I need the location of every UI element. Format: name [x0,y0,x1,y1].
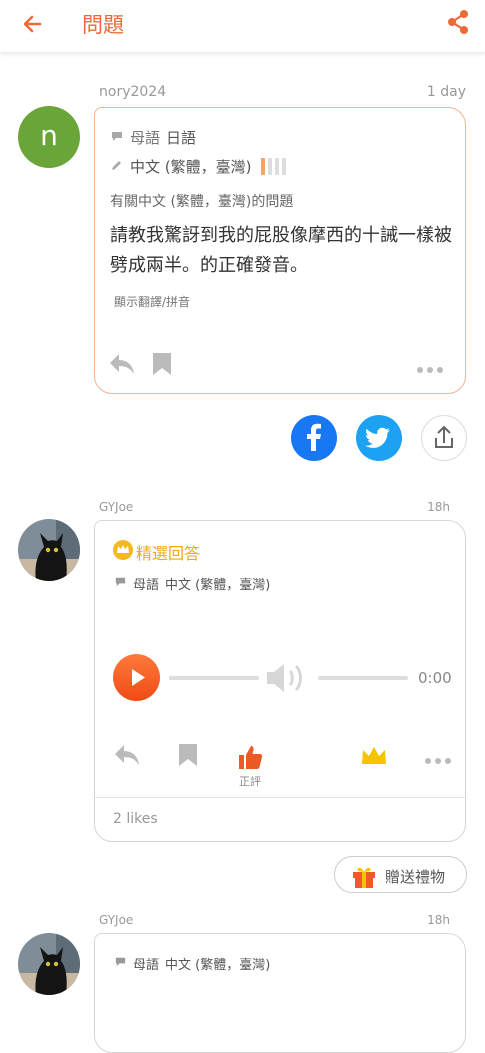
native-lang: 中文 (繁體，臺灣) [165,578,271,593]
audio-time: 0:00 [418,669,452,687]
more-options-icon[interactable] [424,751,452,770]
avatar[interactable] [18,519,80,581]
avatar[interactable] [18,933,80,995]
reply-icon[interactable] [108,351,136,381]
good-answer-label: 正評 [239,775,261,788]
likes-count[interactable]: 2 likes [113,811,158,827]
question-about: 有關中文 (繁體，臺灣)的問題 [110,194,294,210]
answer-card [94,933,466,1053]
thumbs-up-icon[interactable] [236,743,264,775]
twitter-share-button[interactable] [356,415,402,461]
audio-progress-track-right [318,676,408,680]
more-options-icon[interactable] [416,360,444,379]
pencil-icon [110,158,124,176]
gift-icon [351,863,377,893]
speaker-volume-icon[interactable] [264,659,314,701]
back-arrow-icon[interactable] [18,8,50,40]
twitter-icon [365,427,390,448]
answer-username[interactable]: GYJoe [99,913,133,927]
play-icon [132,669,145,686]
crown-badge-icon [113,540,133,564]
bookmark-icon[interactable] [178,743,198,771]
crown-icon[interactable] [360,744,388,770]
speech-bubble-icon [110,129,124,147]
native-label: 母語 [133,578,160,593]
question-text: 請教我驚訝到我的屁股像摩西的十誡一樣被劈成兩半。的正確發音。 [110,225,452,276]
share-icon[interactable] [443,7,473,37]
show-translation-link[interactable]: 顯示翻譯/拼音 [114,293,190,310]
answer-username[interactable]: GYJoe [99,500,133,514]
divider [95,797,465,798]
facebook-share-button[interactable] [291,415,337,461]
native-language-row: 母語 日語 [110,127,196,148]
study-lang: 中文 (繁體，臺灣) [130,158,252,176]
study-language-row: 中文 (繁體，臺灣) [110,156,287,177]
audio-progress-track[interactable] [169,676,259,680]
reply-icon[interactable] [113,742,141,772]
bookmark-icon[interactable] [152,352,172,380]
native-language-row: 母語 中文 (繁體，臺灣) [114,954,270,973]
avatar[interactable]: n [18,106,80,168]
answer-time: 18h [427,500,450,514]
upload-share-icon [435,425,453,448]
proficiency-level-bars [261,158,287,175]
speech-bubble-icon [114,955,127,972]
page-title: 問題 [82,13,124,37]
native-language-row: 母語 中文 (繁體，臺灣) [114,574,270,593]
question-time: 1 day [426,84,466,100]
send-gift-button[interactable]: 贈送禮物 [334,856,467,893]
native-lang: 日語 [166,129,197,147]
native-label: 母語 [133,958,160,973]
facebook-icon [307,423,321,451]
native-lang: 中文 (繁體，臺灣) [165,958,271,973]
more-share-button[interactable] [421,415,467,461]
speech-bubble-icon [114,575,127,592]
best-answer-label: 精選回答 [136,544,201,563]
top-app-bar: 問題 [0,0,485,52]
send-gift-label: 贈送禮物 [385,868,446,886]
native-label: 母語 [130,129,161,147]
question-username[interactable]: nory2024 [99,84,166,100]
answer-time: 18h [427,913,450,927]
audio-play-button[interactable] [113,654,160,701]
